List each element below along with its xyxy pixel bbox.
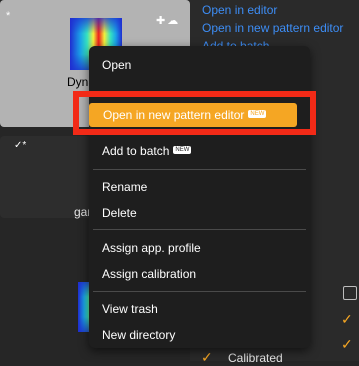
open-in-editor-link[interactable]: Open in editor (202, 3, 277, 17)
cloud-icon: ☁ (167, 15, 181, 27)
menu-item-open[interactable]: Open (102, 58, 131, 72)
menu-item-label: Open in new pattern editor (103, 108, 245, 122)
menu-item-label: Add to batch (102, 144, 170, 158)
check-star-icon: ✓* (14, 140, 27, 151)
menu-item-delete[interactable]: Delete (102, 206, 137, 220)
tile-badge-icons: ✚☁ (156, 14, 180, 27)
menu-item-rename[interactable]: Rename (102, 180, 147, 194)
open-in-new-pattern-editor-link[interactable]: Open in new pattern editor (202, 21, 343, 35)
star-icon: * (6, 10, 11, 22)
menu-separator (93, 169, 306, 170)
menu-item-assign-app-profile[interactable]: Assign app. profile (102, 241, 201, 255)
calibrated-label: Calibrated (228, 351, 283, 365)
check-icon: ✓ (341, 311, 353, 327)
menu-separator (93, 291, 306, 292)
gear-icon: ✚ (156, 15, 168, 27)
menu-item-new-directory[interactable]: New directory (102, 328, 175, 342)
new-badge: NEW (173, 146, 192, 154)
check-icon: ✓ (341, 336, 353, 352)
menu-item-open-in-new-pattern-editor[interactable]: Open in new pattern editor NEW (103, 108, 267, 122)
menu-item-add-to-batch[interactable]: Add to batch NEW (102, 144, 192, 158)
menu-separator (93, 229, 306, 230)
checkbox[interactable] (343, 286, 357, 300)
new-badge: NEW (248, 110, 267, 118)
menu-item-assign-calibration[interactable]: Assign calibration (102, 267, 196, 281)
check-icon: ✓ (201, 349, 213, 365)
menu-item-view-trash[interactable]: View trash (102, 302, 158, 316)
